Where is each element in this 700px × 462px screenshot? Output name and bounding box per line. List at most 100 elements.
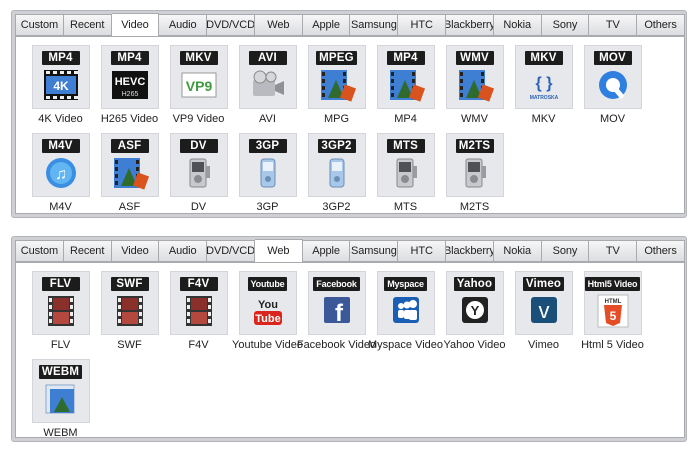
format-label: Html 5 Video bbox=[581, 339, 644, 351]
format-tile: MP4 HEVC H265 bbox=[100, 45, 159, 109]
film-clapper-icon bbox=[318, 68, 356, 102]
tab-web[interactable]: Web bbox=[254, 14, 303, 36]
tab-dvd-vcd[interactable]: DVD/VCD bbox=[207, 240, 255, 262]
format-label: Yahoo Video bbox=[443, 339, 506, 351]
format-label: H265 Video bbox=[100, 113, 159, 125]
format-tile: 3GP bbox=[238, 133, 297, 197]
tab-nokia[interactable]: Nokia bbox=[493, 14, 542, 36]
format-item-mov[interactable]: MOV MOV bbox=[578, 45, 647, 133]
tab-sony[interactable]: Sony bbox=[541, 14, 590, 36]
format-item-youtube-video[interactable]: Youtube You Tube Youtube Video bbox=[232, 271, 303, 359]
format-tile: MKV VP9 bbox=[169, 45, 228, 109]
svg-text:Tube: Tube bbox=[255, 313, 280, 325]
tab-samsung[interactable]: Samsung bbox=[350, 240, 399, 262]
format-item-webm[interactable]: WEBM WEBM bbox=[26, 359, 95, 447]
format-item-mkv[interactable]: MKV { } MATROSKA MKV bbox=[509, 45, 578, 133]
tab-audio[interactable]: Audio bbox=[159, 14, 208, 36]
tab-blackberry[interactable]: Blackberry bbox=[446, 14, 494, 36]
format-item-m4v[interactable]: M4V ♫ M4V bbox=[26, 133, 95, 221]
format-item-swf[interactable]: SWF SWF bbox=[95, 271, 164, 359]
tab-video[interactable]: Video bbox=[111, 240, 160, 262]
format-item-mpg[interactable]: MPEG MPG bbox=[302, 45, 371, 133]
tab-others[interactable]: Others bbox=[637, 240, 685, 262]
format-badge: WMV bbox=[455, 51, 494, 65]
format-item-m2ts[interactable]: M2TS M2TS bbox=[440, 133, 509, 221]
format-label: MP4 bbox=[394, 113, 417, 125]
svg-text:f: f bbox=[335, 300, 344, 327]
format-badge: MP4 bbox=[386, 51, 425, 65]
format-label: FLV bbox=[50, 339, 71, 351]
tab-custom[interactable]: Custom bbox=[15, 14, 64, 36]
format-label: 3GP bbox=[256, 201, 279, 213]
tab-sony[interactable]: Sony bbox=[541, 240, 590, 262]
format-label: MPG bbox=[323, 113, 350, 125]
tab-video[interactable]: Video bbox=[111, 13, 160, 37]
format-tile: ASF bbox=[100, 133, 159, 197]
format-item-myspace-video[interactable]: Myspace Myspace Video bbox=[368, 271, 443, 359]
format-list: FLV FLV SWF SWF F4V F4V Youtube You Tube Youtube … bbox=[15, 262, 685, 439]
tab-custom[interactable]: Custom bbox=[15, 240, 64, 262]
svg-text:You: You bbox=[258, 299, 278, 311]
format-badge: M4V bbox=[41, 139, 80, 153]
format-badge: M2TS bbox=[455, 139, 494, 153]
tab-audio[interactable]: Audio bbox=[159, 240, 208, 262]
format-item-3gp[interactable]: 3GP 3GP bbox=[233, 133, 302, 221]
format-tile: MTS bbox=[376, 133, 435, 197]
tab-recent[interactable]: Recent bbox=[63, 14, 112, 36]
quicktime-icon bbox=[594, 68, 632, 102]
format-item-flv[interactable]: FLV FLV bbox=[26, 271, 95, 359]
format-item-avi[interactable]: AVI AVI bbox=[233, 45, 302, 133]
format-tile: MKV { } MATROSKA bbox=[514, 45, 573, 109]
format-badge: F4V bbox=[179, 277, 218, 291]
svg-text:HTML: HTML bbox=[604, 299, 621, 305]
tab-tv[interactable]: TV bbox=[589, 240, 638, 262]
format-item-html-5-video[interactable]: Html5 Video HTML 5 Html 5 Video bbox=[578, 271, 647, 359]
format-tile: AVI bbox=[238, 45, 297, 109]
tab-apple[interactable]: Apple bbox=[302, 240, 351, 262]
tab-samsung[interactable]: Samsung bbox=[350, 14, 399, 36]
format-label: ASF bbox=[118, 201, 141, 213]
film-clapper-icon bbox=[387, 68, 425, 102]
format-label: WEBM bbox=[43, 427, 78, 439]
format-item-4k-video[interactable]: MP4 4K 4K Video bbox=[26, 45, 95, 133]
format-item-vp9-video[interactable]: MKV VP9 VP9 Video bbox=[164, 45, 233, 133]
tab-apple[interactable]: Apple bbox=[302, 14, 351, 36]
format-item-h265-video[interactable]: MP4 HEVC H265 H265 Video bbox=[95, 45, 164, 133]
tab-recent[interactable]: Recent bbox=[63, 240, 112, 262]
format-badge: Vimeo bbox=[522, 277, 565, 291]
format-item-vimeo[interactable]: Vimeo v Vimeo bbox=[509, 271, 578, 359]
format-item-wmv[interactable]: WMV WMV bbox=[440, 45, 509, 133]
format-item-3gp2[interactable]: 3GP2 3GP2 bbox=[302, 133, 371, 221]
format-item-yahoo-video[interactable]: Yahoo Y Yahoo Video bbox=[440, 271, 509, 359]
format-tile: F4V bbox=[169, 271, 228, 335]
format-item-dv[interactable]: DV DV bbox=[164, 133, 233, 221]
itunes-icon: ♫ bbox=[42, 156, 80, 190]
format-list: MP4 4K 4K Video MP4 HEVC H265 H265 Video MKV VP9… bbox=[15, 36, 685, 214]
phone-icon bbox=[318, 156, 356, 190]
matroska-icon: { } MATROSKA bbox=[525, 68, 563, 102]
myspace-icon bbox=[387, 294, 425, 328]
tab-tv[interactable]: TV bbox=[589, 14, 638, 36]
film-clapper-icon bbox=[456, 68, 494, 102]
format-item-mts[interactable]: MTS MTS bbox=[371, 133, 440, 221]
video-format-panel: Custom Recent Video Audio DVD/VCD Web Apple Sam… bbox=[11, 10, 687, 218]
format-item-mp4[interactable]: MP4 MP4 bbox=[371, 45, 440, 133]
vimeo-icon: v bbox=[525, 294, 563, 328]
svg-text:VP9: VP9 bbox=[185, 78, 212, 94]
format-item-asf[interactable]: ASF ASF bbox=[95, 133, 164, 221]
tab-others[interactable]: Others bbox=[637, 14, 685, 36]
tab-web[interactable]: Web bbox=[254, 239, 303, 263]
tab-htc[interactable]: HTC bbox=[398, 240, 447, 262]
format-label: MKV bbox=[531, 113, 556, 125]
tab-blackberry[interactable]: Blackberry bbox=[446, 240, 494, 262]
format-label: Vimeo bbox=[528, 339, 559, 351]
tab-htc[interactable]: HTC bbox=[398, 14, 447, 36]
tab-nokia[interactable]: Nokia bbox=[493, 240, 542, 262]
tab-dvd-vcd[interactable]: DVD/VCD bbox=[207, 14, 255, 36]
svg-text:♫: ♫ bbox=[55, 166, 67, 183]
format-item-f4v[interactable]: F4V F4V bbox=[164, 271, 233, 359]
film-strip-icon bbox=[180, 294, 218, 328]
category-tabs: Custom Recent Video Audio DVD/VCD Web Apple Sam… bbox=[15, 239, 685, 263]
format-item-facebook-video[interactable]: Facebook f Facebook Video bbox=[297, 271, 376, 359]
format-tile: SWF bbox=[100, 271, 159, 335]
